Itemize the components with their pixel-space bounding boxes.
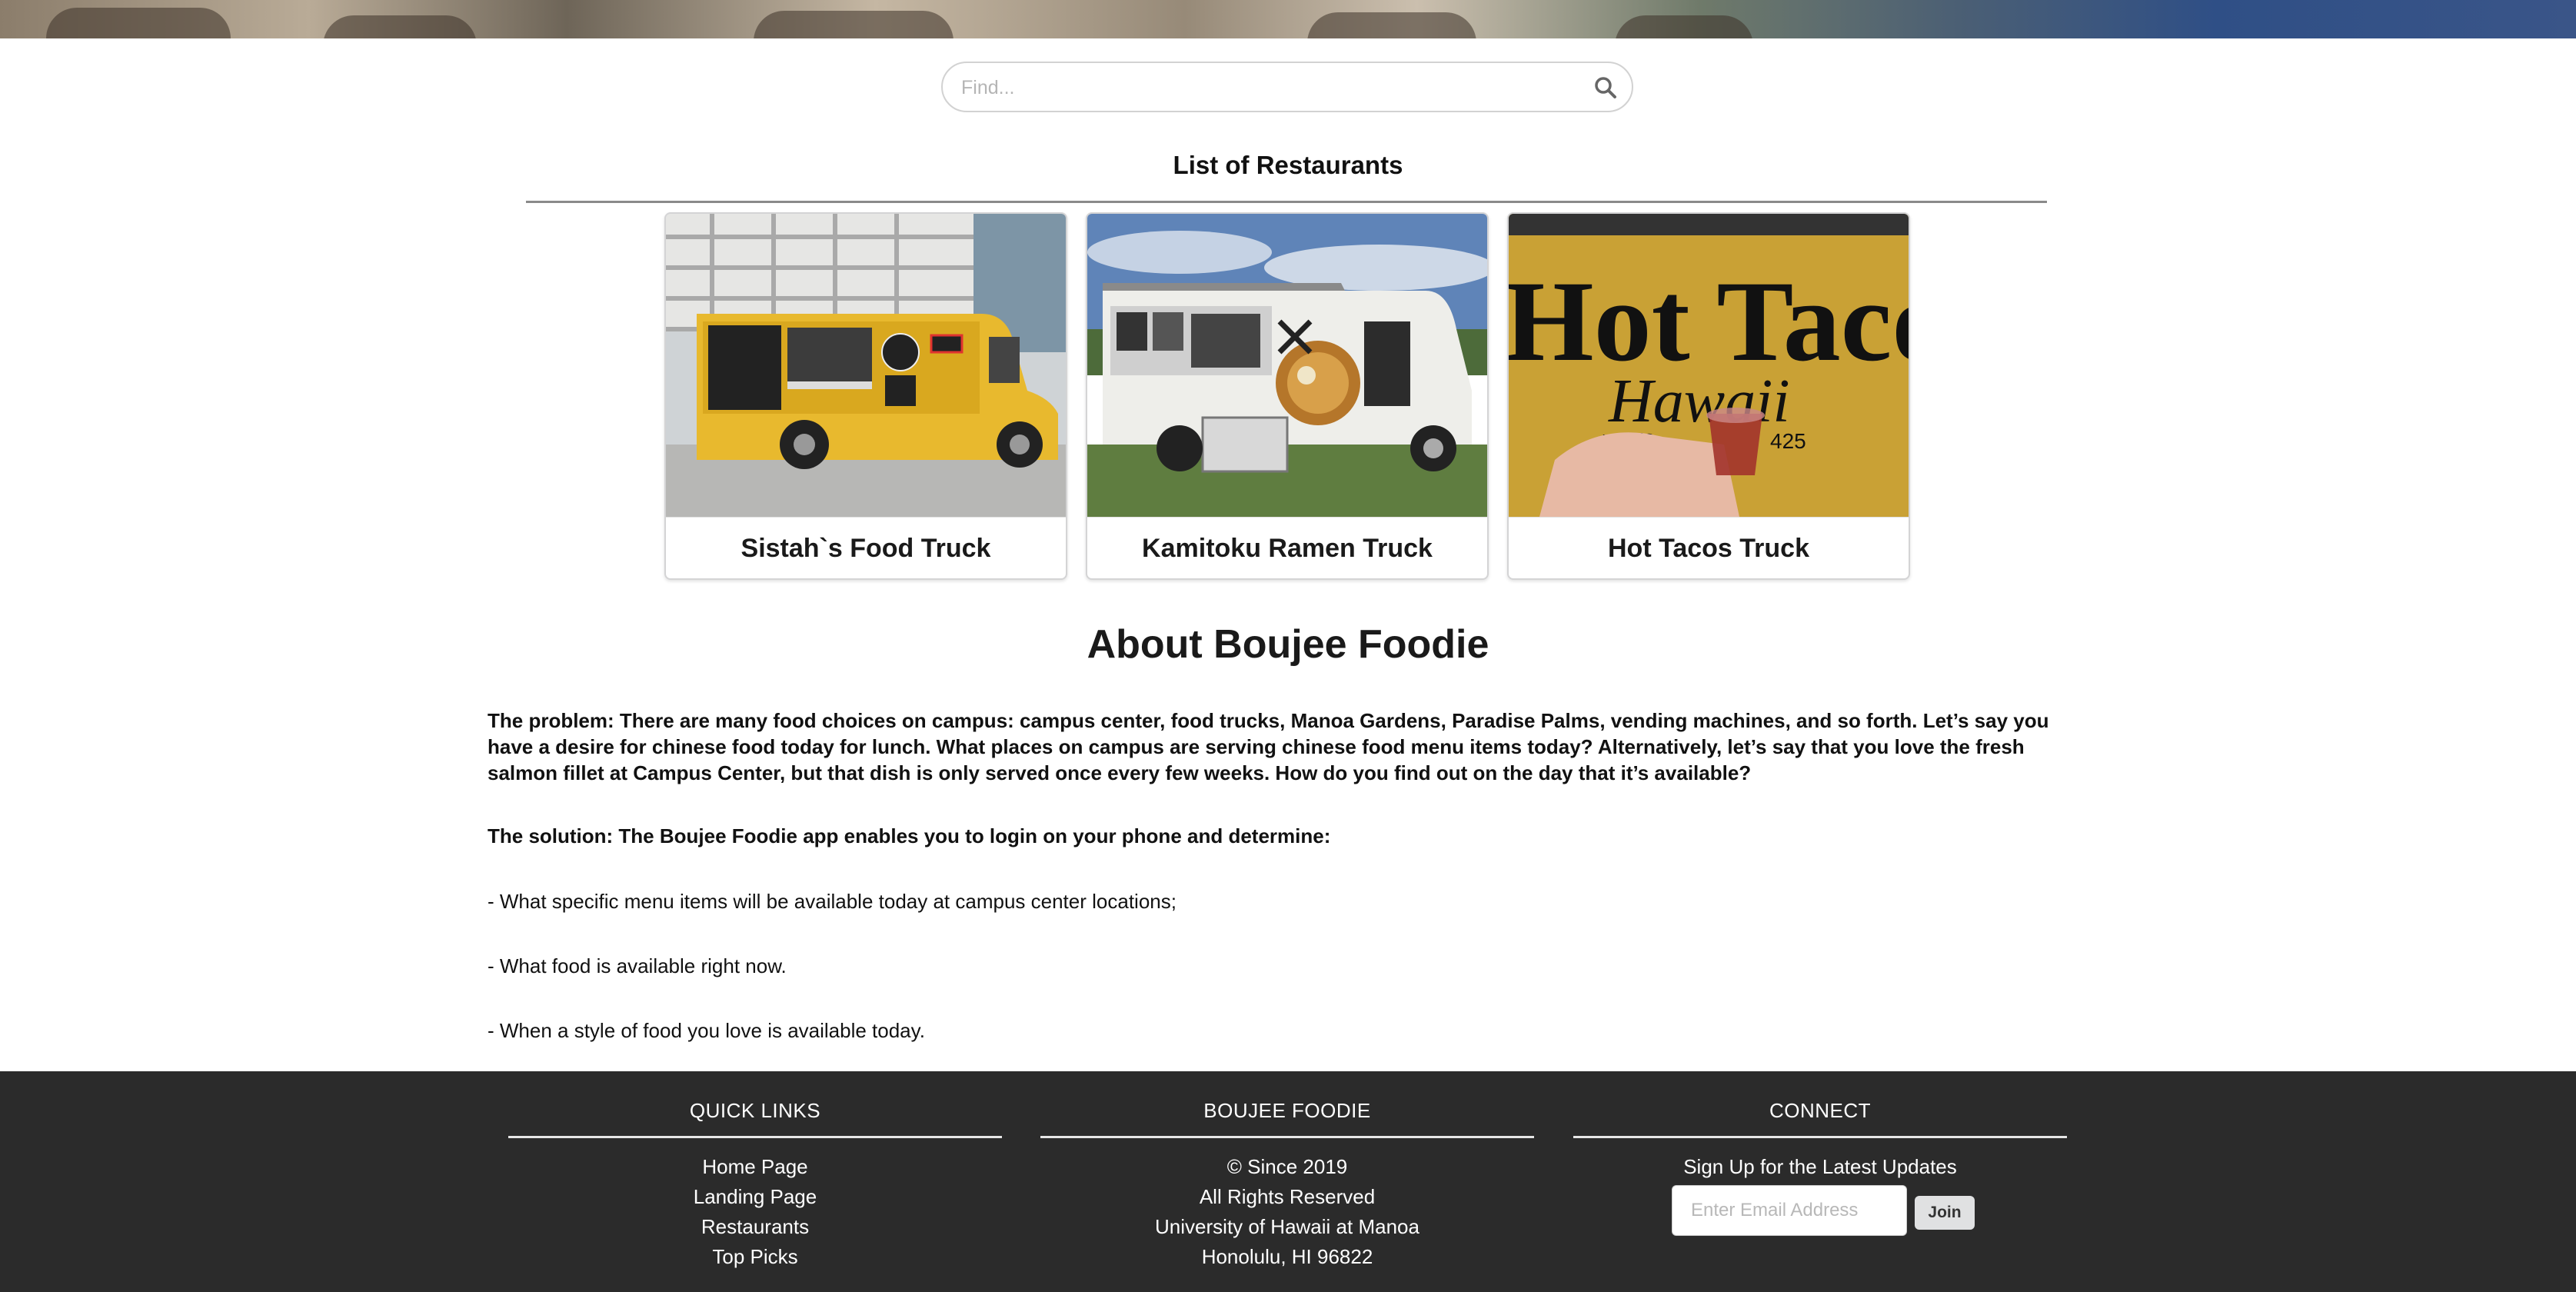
restaurant-image-kamitoku [1087,214,1487,517]
list-divider [526,201,2047,203]
taco-sign-tel-end: 425 [1770,429,1806,453]
footer-link-landing[interactable]: Landing Page [508,1182,1002,1212]
footer-address: Honolulu, HI 96822 [1201,1245,1373,1268]
join-button[interactable]: Join [1915,1196,1975,1230]
footer-rights: All Rights Reserved [1199,1185,1376,1208]
signup-form: Join [1573,1185,2067,1239]
footer-link-home[interactable]: Home Page [508,1152,1002,1182]
hero-banner-image [0,0,2576,38]
footer-divider [508,1136,1002,1138]
restaurant-name[interactable]: Sistah`s Food Truck [666,517,1066,578]
footer-brand: BOUJEE FOODIE © Since 2019 All Rights Re… [1040,1099,1534,1272]
list-title: List of Restaurants [1173,151,1403,179]
footer-divider [1040,1136,1534,1138]
search-icon[interactable] [1592,74,1619,102]
about-problem-text: The problem: There are many food choices… [488,709,2049,784]
email-input[interactable] [1672,1185,1907,1236]
about-point: - What food is available right now. [488,954,787,977]
restaurant-card-sistahs[interactable]: Sistah`s Food Truck [664,212,1067,580]
footer-heading: QUICK LINKS [689,1099,821,1122]
restaurant-name[interactable]: Kamitoku Ramen Truck [1087,517,1487,578]
footer-quick-links: QUICK LINKS Home Page Landing Page Resta… [508,1099,1002,1272]
footer-divider [1573,1136,2067,1138]
restaurant-image-sistahs [666,214,1066,517]
search-bar[interactable] [941,62,1633,112]
about-title: About Boujee Foodie [1087,622,1489,667]
taco-sign-subtext: Hawaii [1608,368,1790,435]
footer-copyright: © Since 2019 [1226,1155,1348,1178]
footer-university: University of Hawaii at Manoa [1155,1215,1419,1238]
restaurant-card-kamitoku[interactable]: Kamitoku Ramen Truck [1086,212,1489,580]
restaurant-card-hot-tacos[interactable]: Hot Tacos Hawaii tel: (8 425 Hot Tacos T… [1507,212,1910,580]
footer-heading: BOUJEE FOODIE [1203,1099,1371,1122]
restaurant-name[interactable]: Hot Tacos Truck [1509,517,1909,578]
restaurant-image-hot-tacos: Hot Tacos Hawaii tel: (8 425 [1509,214,1909,517]
footer-heading: CONNECT [1769,1099,1872,1122]
search-input[interactable] [961,71,1561,105]
about-solution-text: The solution: The Boujee Foodie app enab… [488,824,1331,847]
footer: QUICK LINKS Home Page Landing Page Resta… [0,1071,2576,1292]
footer-connect: CONNECT Sign Up for the Latest Updates J… [1573,1099,2067,1239]
signup-text: Sign Up for the Latest Updates [1683,1155,1957,1178]
footer-link-top-picks[interactable]: Top Picks [508,1242,1002,1272]
footer-link-restaurants[interactable]: Restaurants [508,1212,1002,1242]
about-point: - When a style of food you love is avail… [488,1019,925,1042]
about-point: - What specific menu items will be avail… [488,890,1177,913]
taco-sign-text: Hot Tacos [1509,258,1909,385]
